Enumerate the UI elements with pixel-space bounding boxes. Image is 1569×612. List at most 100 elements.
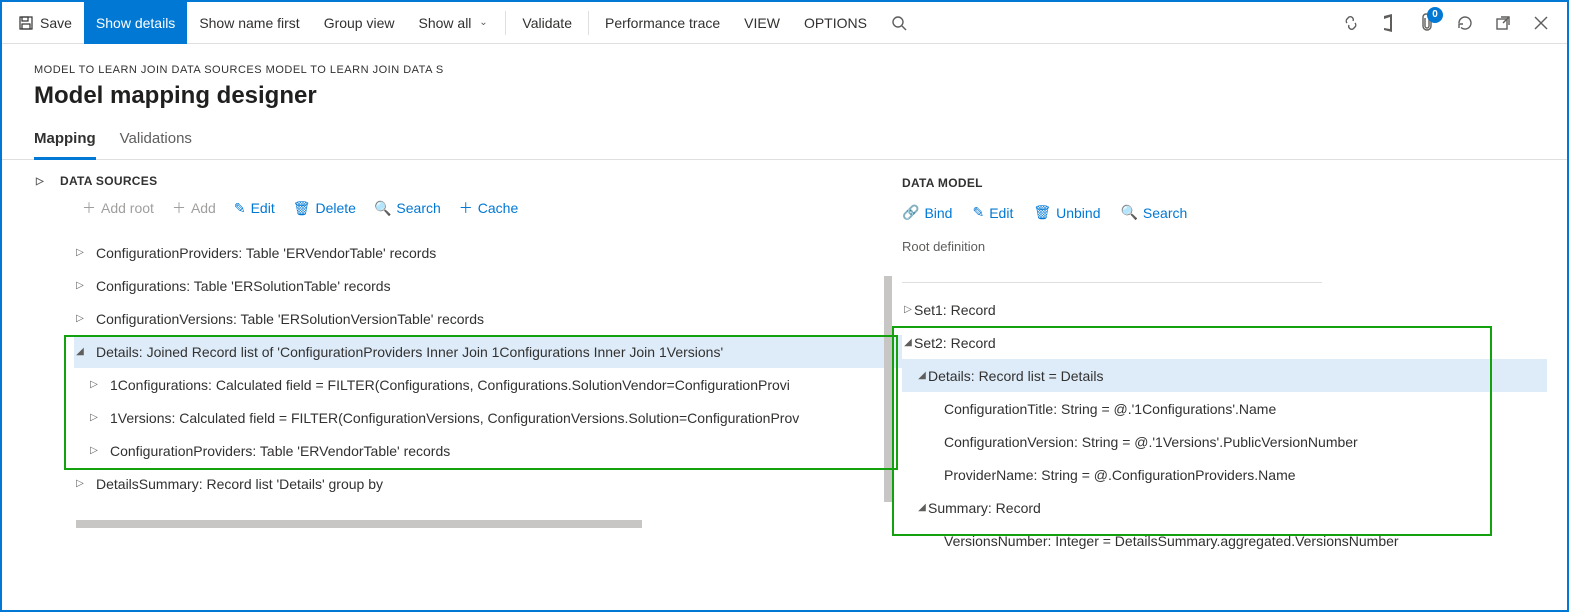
view-label: VIEW	[744, 15, 780, 31]
edit-button[interactable]: ✎Edit	[234, 200, 275, 217]
chevron-right-icon: ▷	[74, 280, 86, 291]
chevron-right-icon: ▷	[902, 304, 914, 315]
tree-label: ProviderName: String = @.ConfigurationPr…	[944, 467, 1296, 483]
add-root-label: Add root	[101, 200, 154, 216]
chevron-right-icon: ▷	[88, 412, 100, 423]
tree-row-details[interactable]: ◢Details: Record list = Details	[902, 359, 1547, 392]
group-view-label: Group view	[324, 15, 395, 31]
group-view-button[interactable]: Group view	[312, 2, 407, 44]
pencil-icon: ✎	[972, 204, 984, 221]
edit-button[interactable]: ✎Edit	[972, 204, 1013, 221]
data-sources-panel: ▷ DATA SOURCES ＋ Add root ＋Add ✎Edit 🗑Del…	[2, 160, 902, 598]
tab-validations[interactable]: Validations	[120, 130, 192, 159]
performance-trace-button[interactable]: Performance trace	[593, 2, 732, 44]
chevron-right-icon: ▷	[74, 247, 86, 258]
chevron-right-icon: ▷	[88, 379, 100, 390]
link-icon[interactable]	[1341, 13, 1361, 33]
data-model-tree: ▷Set1: Record ◢Set2: Record ◢Details: Re…	[902, 293, 1547, 557]
tree-row[interactable]: ▷1Versions: Calculated field = FILTER(Co…	[74, 401, 902, 434]
search-label: Search	[1143, 205, 1187, 221]
tree-label: ConfigurationTitle: String = @.'1Configu…	[944, 401, 1276, 417]
blank-icon	[932, 436, 944, 447]
options-label: OPTIONS	[804, 15, 867, 31]
tree-label: 1Configurations: Calculated field = FILT…	[110, 377, 790, 393]
data-sources-title: DATA SOURCES	[60, 174, 157, 188]
cache-button[interactable]: ＋Cache	[459, 198, 518, 218]
chevron-down-icon: ◢	[916, 502, 928, 513]
blank-icon	[932, 469, 944, 480]
toolbar-separator	[588, 11, 589, 35]
tree-row[interactable]: ▷ConfigurationVersions: Table 'ERSolutio…	[74, 302, 902, 335]
plus-icon: ＋	[459, 198, 473, 218]
tree-label: DetailsSummary: Record list 'Details' gr…	[96, 476, 383, 492]
tree-label: Summary: Record	[928, 500, 1041, 516]
show-details-button[interactable]: Show details	[84, 2, 187, 44]
tree-row[interactable]: ConfigurationTitle: String = @.'1Configu…	[902, 392, 1547, 425]
perf-trace-label: Performance trace	[605, 15, 720, 31]
tree-row[interactable]: ▷ConfigurationProviders: Table 'ERVendor…	[74, 434, 902, 467]
tab-mapping[interactable]: Mapping	[34, 130, 96, 160]
pencil-icon: ✎	[234, 200, 246, 217]
tree-row-details[interactable]: ◢Details: Joined Record list of 'Configu…	[74, 335, 902, 368]
scrollbar-thumb[interactable]	[76, 520, 642, 528]
office-icon[interactable]	[1379, 13, 1399, 33]
show-all-button[interactable]: Show all⌄	[407, 2, 502, 44]
close-icon[interactable]	[1531, 13, 1551, 33]
page-header: MODEL TO LEARN JOIN DATA SOURCES MODEL T…	[2, 44, 1567, 110]
view-button[interactable]: VIEW	[732, 2, 792, 44]
tree-row[interactable]: VersionsNumber: Integer = DetailsSummary…	[902, 524, 1547, 557]
toolbar-separator	[505, 11, 506, 35]
popout-icon[interactable]	[1493, 13, 1513, 33]
show-name-first-button[interactable]: Show name first	[187, 2, 311, 44]
tree-label: Details: Record list = Details	[928, 368, 1103, 384]
tree-label: ConfigurationVersion: String = @.'1Versi…	[944, 434, 1358, 450]
attachments-button[interactable]: 0	[1417, 13, 1437, 33]
tree-row[interactable]: ConfigurationVersion: String = @.'1Versi…	[902, 425, 1547, 458]
blank-icon	[932, 535, 944, 546]
attachments-badge: 0	[1427, 7, 1443, 23]
scrollbar-vertical[interactable]	[884, 276, 892, 502]
search-toolbar-button[interactable]	[879, 2, 919, 44]
scrollbar-horizontal[interactable]	[76, 518, 864, 530]
tree-row[interactable]: ◢Summary: Record	[902, 491, 1547, 524]
tree-row[interactable]: ▷ 1Configurations: Calculated field = FIL…	[74, 368, 902, 401]
add-root-button[interactable]: ＋ Add root	[82, 198, 154, 218]
show-details-label: Show details	[96, 15, 175, 31]
validate-label: Validate	[522, 15, 572, 31]
chevron-down-icon: ◢	[74, 346, 86, 357]
unbind-button[interactable]: 🗑 Unbind	[1033, 204, 1100, 221]
search-button[interactable]: 🔍Search	[374, 200, 441, 217]
blank-icon	[932, 403, 944, 414]
chevron-right-icon: ▷	[74, 478, 86, 489]
bind-label: Bind	[924, 205, 952, 221]
refresh-icon[interactable]	[1455, 13, 1475, 33]
trash-icon: 🗑	[1033, 204, 1051, 221]
root-definition-label: Root definition	[902, 239, 1547, 264]
save-button[interactable]: Save	[6, 2, 84, 44]
search-label: Search	[396, 200, 440, 216]
search-icon: 🔍	[1120, 204, 1137, 221]
unbind-label: Unbind	[1056, 205, 1100, 221]
tree-row[interactable]: ▷ConfigurationProviders: Table 'ERVendor…	[74, 236, 902, 269]
tree-row[interactable]: ▷Set1: Record	[902, 293, 1547, 326]
add-button[interactable]: ＋Add	[172, 198, 216, 218]
validate-button[interactable]: Validate	[510, 2, 584, 44]
chevron-down-icon: ◢	[902, 337, 914, 348]
plus-icon: ＋	[82, 198, 96, 218]
tree-row[interactable]: ▷ DetailsSummary: Record list 'Details' g…	[74, 467, 902, 500]
search-icon	[891, 15, 907, 31]
delete-button[interactable]: 🗑Delete	[293, 200, 356, 217]
search-button[interactable]: 🔍 Search	[1120, 204, 1187, 221]
tree-row[interactable]: ProviderName: String = @.ConfigurationPr…	[902, 458, 1547, 491]
show-name-first-label: Show name first	[199, 15, 299, 31]
tree-row[interactable]: ▷ Configurations: Table 'ERSolutionTable'…	[74, 269, 902, 302]
data-sources-header[interactable]: ▷ DATA SOURCES	[34, 160, 902, 198]
tree-row[interactable]: ◢Set2: Record	[902, 326, 1547, 359]
data-sources-actions: ＋ Add root ＋Add ✎Edit 🗑Delete 🔍Search ＋Ca…	[34, 198, 902, 236]
bind-button[interactable]: 🔗Bind	[902, 204, 952, 221]
page-title: Model mapping designer	[34, 82, 1567, 110]
breadcrumb: MODEL TO LEARN JOIN DATA SOURCES MODEL T…	[34, 64, 1567, 76]
options-button[interactable]: OPTIONS	[792, 2, 879, 44]
tree-label: Set1: Record	[914, 302, 996, 318]
tree-label: Configurations: Table 'ERSolutionTable' …	[96, 278, 391, 294]
